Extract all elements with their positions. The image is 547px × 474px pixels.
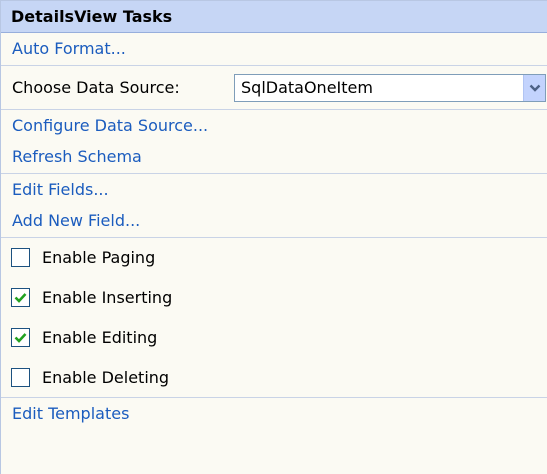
enable-paging-checkbox[interactable]: [11, 248, 30, 267]
enable-inserting-option[interactable]: Enable Inserting: [1, 277, 547, 317]
smart-tag-panel: DetailsView Tasks Auto Format... Choose …: [0, 0, 547, 474]
enable-deleting-label: Enable Deleting: [42, 367, 170, 387]
data-source-select[interactable]: SqlDataOneItem: [234, 73, 546, 102]
enable-deleting-checkbox[interactable]: [11, 367, 30, 387]
dropdown-button[interactable]: [523, 74, 545, 101]
checkmark-icon: [14, 292, 27, 303]
data-source-row: Choose Data Source: SqlDataOneItem: [1, 65, 547, 109]
enable-deleting-option[interactable]: Enable Deleting: [1, 357, 547, 397]
panel-title: DetailsView Tasks: [1, 1, 547, 33]
configure-data-source-link[interactable]: Configure Data Source...: [1, 109, 547, 141]
enable-inserting-checkbox[interactable]: [11, 287, 30, 307]
edit-templates-link[interactable]: Edit Templates: [1, 397, 547, 429]
chevron-down-icon: [529, 84, 540, 92]
enable-paging-label: Enable Paging: [42, 248, 156, 267]
enable-editing-option[interactable]: Enable Editing: [1, 317, 547, 357]
enable-editing-checkbox[interactable]: [11, 327, 30, 347]
add-new-field-link[interactable]: Add New Field...: [1, 205, 547, 237]
checkmark-icon: [14, 332, 27, 343]
enable-paging-option[interactable]: Enable Paging: [1, 237, 547, 277]
data-source-label: Choose Data Source:: [12, 78, 180, 97]
refresh-schema-link[interactable]: Refresh Schema: [1, 141, 547, 173]
enable-editing-label: Enable Editing: [42, 327, 158, 347]
auto-format-link[interactable]: Auto Format...: [1, 33, 547, 65]
data-source-value: SqlDataOneItem: [241, 77, 373, 97]
enable-inserting-label: Enable Inserting: [42, 287, 173, 307]
edit-fields-link[interactable]: Edit Fields...: [1, 173, 547, 205]
